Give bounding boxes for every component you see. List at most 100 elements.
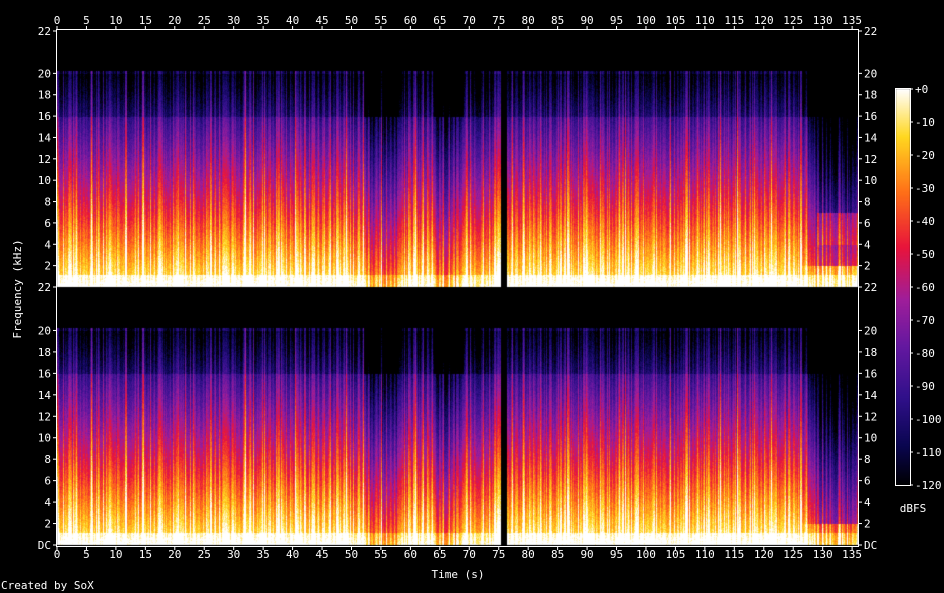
y-tick-label-left: 12 bbox=[38, 153, 51, 166]
x-tick-label-top: 65 bbox=[433, 14, 446, 27]
x-tick-label-top: 100 bbox=[636, 14, 656, 27]
axes-layer: 0055101015152020252530303535404045455050… bbox=[38, 14, 942, 561]
colorbar-tick-label: -100 bbox=[915, 413, 942, 426]
colorbar-tick-label: -90 bbox=[915, 380, 935, 393]
colorbar-tick-label: -110 bbox=[915, 446, 942, 459]
y-tick-label-left: 20 bbox=[38, 324, 51, 337]
x-tick-label-top: 75 bbox=[492, 14, 505, 27]
x-tick-label-bottom: 120 bbox=[754, 548, 774, 561]
x-tick-label-top: 60 bbox=[404, 14, 417, 27]
y-tick-label-left: 4 bbox=[44, 496, 51, 509]
y-tick-label-left: 10 bbox=[38, 432, 51, 445]
y-tick-label-right: 18 bbox=[864, 89, 877, 102]
x-tick-label-bottom: 5 bbox=[83, 548, 90, 561]
x-tick-label-top: 125 bbox=[783, 14, 803, 27]
y-tick-label-right: 6 bbox=[864, 475, 871, 488]
y-tick-label-right: 20 bbox=[864, 67, 877, 80]
x-tick-label-bottom: 35 bbox=[257, 548, 270, 561]
y-tick-label-right: 4 bbox=[864, 238, 871, 251]
x-tick-label-bottom: 40 bbox=[286, 548, 299, 561]
colorbar-tick-label: -60 bbox=[915, 281, 935, 294]
y-tick-label-right: 6 bbox=[864, 217, 871, 230]
x-tick-label-bottom: 65 bbox=[433, 548, 446, 561]
y-tick-label-right: 14 bbox=[864, 389, 878, 402]
x-tick-label-top: 10 bbox=[109, 14, 122, 27]
y-tick-label-right: 10 bbox=[864, 432, 877, 445]
y-tick-label-left: 16 bbox=[38, 110, 51, 123]
x-tick-label-bottom: 50 bbox=[345, 548, 358, 561]
x-tick-label-top: 70 bbox=[463, 14, 476, 27]
x-tick-label-bottom: 0 bbox=[54, 548, 61, 561]
colorbar-tick-label: -70 bbox=[915, 314, 935, 327]
x-tick-label-top: 110 bbox=[695, 14, 715, 27]
y-tick-label-right: 16 bbox=[864, 110, 877, 123]
x-tick-label-top: 35 bbox=[257, 14, 270, 27]
colorbar-tick-label: -30 bbox=[915, 182, 935, 195]
colorbar-tick-label: -40 bbox=[915, 215, 935, 228]
x-tick-label-top: 80 bbox=[522, 14, 535, 27]
y-tick-label-right: 14 bbox=[864, 131, 878, 144]
x-tick-label-bottom: 20 bbox=[168, 548, 181, 561]
x-tick-label-top: 105 bbox=[665, 14, 685, 27]
y-tick-label-right: 18 bbox=[864, 346, 877, 359]
x-axis-label: Time (s) bbox=[432, 568, 485, 581]
x-tick-label-top: 30 bbox=[227, 14, 240, 27]
y-tick-label-right: 8 bbox=[864, 453, 871, 466]
x-tick-label-top: 115 bbox=[724, 14, 744, 27]
y-tick-label-right: 16 bbox=[864, 367, 877, 380]
y-tick-label-left: 16 bbox=[38, 367, 51, 380]
x-tick-label-top: 0 bbox=[54, 14, 61, 27]
y-tick-label-right: 20 bbox=[864, 324, 877, 337]
y-tick-label-left: 8 bbox=[44, 196, 51, 209]
y-tick-label-left: 14 bbox=[38, 131, 52, 144]
x-tick-label-bottom: 10 bbox=[109, 548, 122, 561]
x-tick-label-bottom: 75 bbox=[492, 548, 505, 561]
x-tick-label-bottom: 25 bbox=[198, 548, 211, 561]
x-tick-label-bottom: 85 bbox=[551, 548, 564, 561]
colorbar-tick-label: -50 bbox=[915, 248, 935, 261]
credit-text: Created by SoX bbox=[1, 579, 94, 592]
y-axis-label: Frequency (kHz) bbox=[11, 239, 24, 338]
y-tick-label-right: DC bbox=[864, 539, 877, 552]
y-tick-label-right: 12 bbox=[864, 410, 877, 423]
x-tick-label-bottom: 80 bbox=[522, 548, 535, 561]
x-tick-label-top: 55 bbox=[374, 14, 387, 27]
x-tick-label-bottom: 60 bbox=[404, 548, 417, 561]
x-tick-label-top: 5 bbox=[83, 14, 90, 27]
x-tick-label-top: 45 bbox=[315, 14, 328, 27]
y-tick-label-left: 2 bbox=[44, 518, 51, 531]
x-tick-label-top: 15 bbox=[139, 14, 152, 27]
spectrogram-chart: 0055101015152020252530303535404045455050… bbox=[1, 14, 942, 592]
y-tick-label-left: 20 bbox=[38, 67, 51, 80]
y-tick-label-left: 18 bbox=[38, 89, 51, 102]
x-tick-label-top: 95 bbox=[610, 14, 623, 27]
y-tick-label-right: 2 bbox=[864, 518, 871, 531]
x-tick-label-bottom: 95 bbox=[610, 548, 623, 561]
x-tick-label-bottom: 100 bbox=[636, 548, 656, 561]
x-tick-label-top: 50 bbox=[345, 14, 358, 27]
y-tick-label-left: 22 bbox=[38, 25, 51, 38]
x-tick-label-top: 25 bbox=[198, 14, 211, 27]
y-tick-label-right: 2 bbox=[864, 260, 871, 273]
x-tick-label-bottom: 45 bbox=[315, 548, 328, 561]
y-tick-label-right: 22 bbox=[864, 281, 877, 294]
y-tick-label-left: 10 bbox=[38, 174, 51, 187]
y-tick-label-left: 18 bbox=[38, 346, 51, 359]
x-tick-label-bottom: 90 bbox=[580, 548, 593, 561]
colorbar-tick-label: +0 bbox=[915, 83, 928, 96]
x-tick-label-bottom: 135 bbox=[842, 548, 862, 561]
y-tick-label-left: 14 bbox=[38, 389, 52, 402]
x-tick-label-bottom: 15 bbox=[139, 548, 152, 561]
colorbar-label: dBFS bbox=[900, 502, 927, 515]
y-tick-label-left: 12 bbox=[38, 410, 51, 423]
y-tick-label-left: DC bbox=[38, 539, 51, 552]
x-tick-label-bottom: 105 bbox=[665, 548, 685, 561]
y-tick-label-right: 12 bbox=[864, 153, 877, 166]
x-tick-label-top: 85 bbox=[551, 14, 564, 27]
y-tick-label-right: 4 bbox=[864, 496, 871, 509]
x-tick-label-bottom: 30 bbox=[227, 548, 240, 561]
x-tick-label-top: 90 bbox=[580, 14, 593, 27]
y-tick-label-right: 10 bbox=[864, 174, 877, 187]
x-tick-label-top: 130 bbox=[813, 14, 833, 27]
x-tick-label-bottom: 130 bbox=[813, 548, 833, 561]
